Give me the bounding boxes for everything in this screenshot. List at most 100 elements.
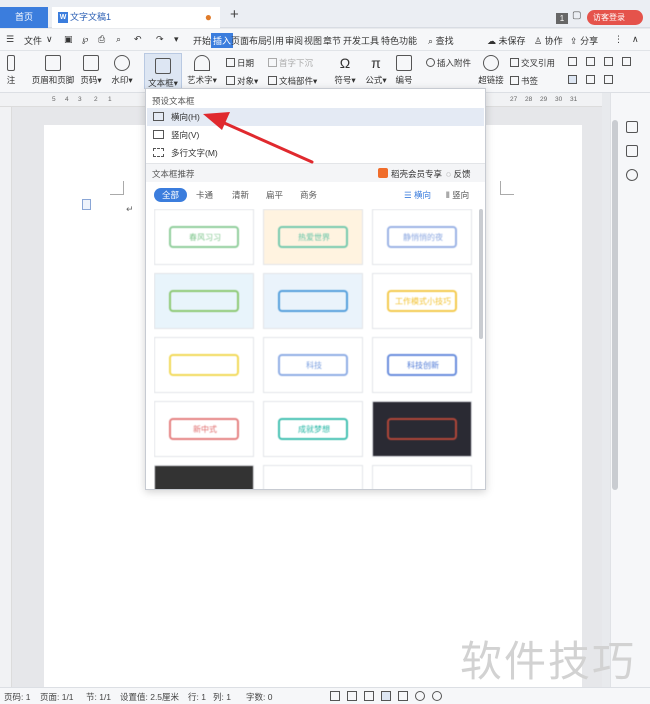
layout-icon-c[interactable] bbox=[604, 57, 615, 67]
tab-home[interactable]: 首页 bbox=[0, 7, 48, 28]
template-card[interactable] bbox=[372, 401, 472, 457]
status-words[interactable]: 字数: 0 bbox=[246, 691, 272, 703]
template-card[interactable]: 工作模式小技巧 bbox=[372, 273, 472, 329]
redo-icon[interactable]: ↷ bbox=[156, 34, 164, 45]
menu-review[interactable]: 审阅 bbox=[285, 34, 303, 47]
collapse-ribbon-icon[interactable]: ∧ bbox=[632, 34, 639, 45]
quick-access-more-icon[interactable]: ▾ bbox=[174, 34, 179, 45]
template-card[interactable]: 新中式 bbox=[154, 401, 254, 457]
page-number-button[interactable]: 页码▾ bbox=[78, 51, 104, 86]
collab-button[interactable]: ♙ 协作 bbox=[534, 34, 563, 47]
template-card[interactable]: 热爱世界 bbox=[263, 209, 363, 265]
number-button[interactable]: 编号 bbox=[392, 51, 416, 86]
cross-ref-button[interactable]: 交叉引用 bbox=[510, 57, 555, 69]
menu-file[interactable]: 文件 bbox=[24, 34, 42, 47]
filter-business[interactable]: 商务 bbox=[300, 188, 317, 202]
textbox-button[interactable]: 文本框▾ bbox=[144, 53, 182, 89]
template-card[interactable] bbox=[263, 273, 363, 329]
web-view-icon[interactable] bbox=[415, 691, 425, 701]
share-button[interactable]: ⇪ 分享 bbox=[570, 34, 598, 47]
status-pages[interactable]: 页面: 1/1 bbox=[40, 691, 74, 703]
print-preview-icon[interactable]: ⌕ bbox=[116, 34, 121, 45]
template-card[interactable] bbox=[263, 465, 363, 489]
menu-hamburger-icon[interactable]: ☰ bbox=[6, 34, 14, 45]
menu-developer[interactable]: 开发工具 bbox=[343, 34, 379, 47]
layout-icon-e[interactable] bbox=[568, 75, 579, 85]
eye-protect-icon[interactable] bbox=[432, 691, 442, 701]
layout-icon-b[interactable] bbox=[586, 57, 597, 67]
fullscreen-icon[interactable] bbox=[330, 691, 340, 701]
unsaved-button[interactable]: ☁ 未保存 bbox=[487, 34, 526, 47]
menu-references[interactable]: 引用 bbox=[266, 34, 284, 47]
menu-page-layout[interactable]: 页面布局 bbox=[231, 34, 267, 47]
hyperlink-button[interactable]: 超链接 bbox=[478, 51, 504, 86]
search-button[interactable]: ⌕ 查找 bbox=[428, 34, 454, 47]
template-card[interactable]: 静悄悄的夜 bbox=[372, 209, 472, 265]
status-row[interactable]: 行: 1 bbox=[188, 691, 206, 703]
window-count-badge[interactable]: 1 bbox=[556, 13, 568, 24]
template-card[interactable]: 成就梦想 bbox=[263, 401, 363, 457]
page-view-icon[interactable] bbox=[381, 691, 391, 701]
undo-icon[interactable]: ↶ bbox=[134, 34, 142, 45]
object-button[interactable]: 对象▾ bbox=[226, 75, 258, 87]
export-pdf-icon[interactable]: ℘ bbox=[82, 34, 88, 45]
textbox-vertical-item[interactable]: 竖向(V) bbox=[147, 126, 484, 144]
bookmark-button[interactable]: 书签 bbox=[510, 75, 538, 87]
layout-icon-g[interactable] bbox=[604, 75, 615, 85]
layout-icon-f[interactable] bbox=[586, 75, 597, 85]
tab-document[interactable]: W 文字文稿1 ● bbox=[52, 7, 220, 28]
pen-icon[interactable] bbox=[626, 121, 638, 133]
status-settings[interactable]: 设置值: 2.5厘米 bbox=[120, 691, 179, 703]
new-tab-button[interactable]: + bbox=[230, 6, 239, 23]
help-icon[interactable] bbox=[626, 169, 638, 181]
template-card[interactable]: 春风习习 bbox=[154, 209, 254, 265]
symbol-button[interactable]: Ω 符号▾ bbox=[332, 51, 358, 86]
textbox-multiline-item[interactable]: 多行文字(M) bbox=[147, 144, 484, 162]
menu-chapter[interactable]: 章节 bbox=[323, 34, 341, 47]
orient-horizontal-toggle[interactable]: ☰ 横向 bbox=[404, 188, 431, 202]
filter-flat[interactable]: 扁平 bbox=[266, 188, 283, 202]
menu-view[interactable]: 视图 bbox=[304, 34, 322, 47]
template-card[interactable] bbox=[372, 465, 472, 489]
save-icon[interactable]: ▣ bbox=[64, 34, 73, 45]
template-card[interactable] bbox=[154, 337, 254, 393]
visitor-login-button[interactable]: 访客登录 bbox=[587, 10, 643, 25]
orient-vertical-toggle[interactable]: ⦀ 竖向 bbox=[446, 188, 469, 202]
template-card[interactable] bbox=[154, 273, 254, 329]
dropdown-scrollbar[interactable] bbox=[479, 209, 483, 339]
more-icon[interactable]: ⋮ bbox=[614, 34, 623, 45]
watermark-button[interactable]: 水印▾ bbox=[108, 51, 136, 86]
menu-home[interactable]: 开始 bbox=[193, 34, 211, 47]
insert-attachment-button[interactable]: 插入附件 bbox=[426, 57, 471, 69]
vertical-ruler[interactable] bbox=[0, 107, 12, 687]
textbox-horizontal-item[interactable]: 横向(H) bbox=[147, 108, 484, 126]
date-button[interactable]: 日期 bbox=[226, 57, 254, 69]
outline-view-icon[interactable] bbox=[398, 691, 408, 701]
template-card[interactable]: 科技 bbox=[263, 337, 363, 393]
filter-fresh[interactable]: 清新 bbox=[232, 188, 249, 202]
print-icon[interactable]: ⎙ bbox=[98, 34, 105, 45]
layout-icon-d[interactable] bbox=[622, 57, 633, 67]
filter-all[interactable]: 全部 bbox=[154, 188, 188, 202]
note-button[interactable]: 注 bbox=[2, 51, 20, 86]
layout-icon-a[interactable] bbox=[568, 57, 579, 67]
doc-part-button[interactable]: 文档部件▾ bbox=[268, 75, 317, 87]
template-card[interactable] bbox=[154, 465, 254, 489]
status-page-number[interactable]: 页码: 1 bbox=[4, 691, 30, 703]
write-mode-icon[interactable] bbox=[364, 691, 374, 701]
first-drop-button[interactable]: 首字下沉 bbox=[268, 57, 313, 69]
chevron-down-icon[interactable]: ∨ bbox=[46, 34, 53, 45]
header-footer-button[interactable]: 页眉和页脚 bbox=[30, 51, 76, 86]
status-section[interactable]: 节: 1/1 bbox=[86, 691, 111, 703]
menu-insert[interactable]: 插入 bbox=[211, 33, 234, 48]
minimize-icon[interactable]: ▢ bbox=[572, 10, 581, 21]
vertical-scrollbar[interactable] bbox=[612, 120, 618, 490]
vip-exclusive-label[interactable]: 稻壳会员专享 bbox=[378, 168, 442, 180]
formula-button[interactable]: π 公式▾ bbox=[362, 51, 390, 86]
feedback-link[interactable]: ◌ 反馈 bbox=[446, 168, 470, 180]
menu-features[interactable]: 特色功能 bbox=[381, 34, 417, 47]
settings-sliders-icon[interactable] bbox=[626, 145, 638, 157]
paragraph-layout-icon[interactable] bbox=[82, 199, 91, 210]
status-col[interactable]: 列: 1 bbox=[213, 691, 231, 703]
filter-cartoon[interactable]: 卡通 bbox=[196, 188, 213, 202]
